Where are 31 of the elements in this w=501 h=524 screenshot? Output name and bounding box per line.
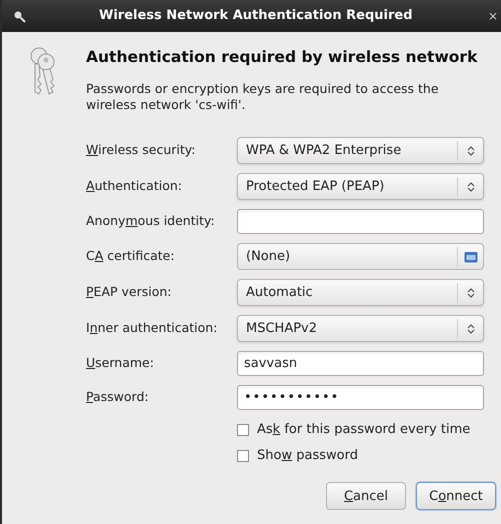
text-field[interactable]: savvasn	[237, 351, 484, 376]
checkbox-label: Ask for this password every time	[257, 421, 470, 440]
updown-arrows-icon	[466, 144, 474, 157]
window-title: Wireless Network Authentication Required	[99, 7, 412, 26]
field-label: Anonymous identity:	[86, 212, 216, 230]
updown-arrows-icon	[466, 322, 474, 335]
field-label: CA certificate:	[86, 247, 176, 266]
dropdown[interactable]: MSCHAPv2	[237, 315, 484, 342]
field-label: Password:	[86, 388, 150, 406]
field-label: Inner authentication:	[86, 319, 218, 338]
dialog-button[interactable]: Connect	[416, 482, 496, 510]
dialog-message: Passwords or encryption keys are required to access the wireless network 'cs-wifi'.	[86, 81, 440, 114]
text-field[interactable]	[237, 209, 484, 234]
updown-arrows-icon	[466, 180, 474, 193]
updown-arrows-icon	[466, 286, 474, 299]
field-label: Wireless security:	[86, 141, 196, 160]
dropdown[interactable]: Protected EAP (PEAP)	[237, 173, 484, 200]
field-label: Username:	[86, 354, 155, 372]
checkbox-label: Show password	[257, 446, 358, 465]
folder-icon	[464, 250, 478, 263]
field-label: Authentication:	[86, 177, 183, 196]
field-label: PEAP version:	[86, 283, 173, 302]
checkbox[interactable]	[237, 450, 249, 462]
close-button[interactable]: ×	[488, 10, 498, 22]
dialog-button[interactable]: Cancel	[326, 482, 406, 510]
password-field[interactable]: •••••••••••	[237, 385, 484, 410]
dialog-heading: Authentication required by wireless network	[86, 47, 478, 68]
file-chooser-button[interactable]: (None)	[237, 243, 484, 270]
dropdown[interactable]: WPA & WPA2 Enterprise	[237, 137, 484, 164]
dropdown[interactable]: Automatic	[237, 279, 484, 306]
checkbox[interactable]	[237, 424, 249, 436]
